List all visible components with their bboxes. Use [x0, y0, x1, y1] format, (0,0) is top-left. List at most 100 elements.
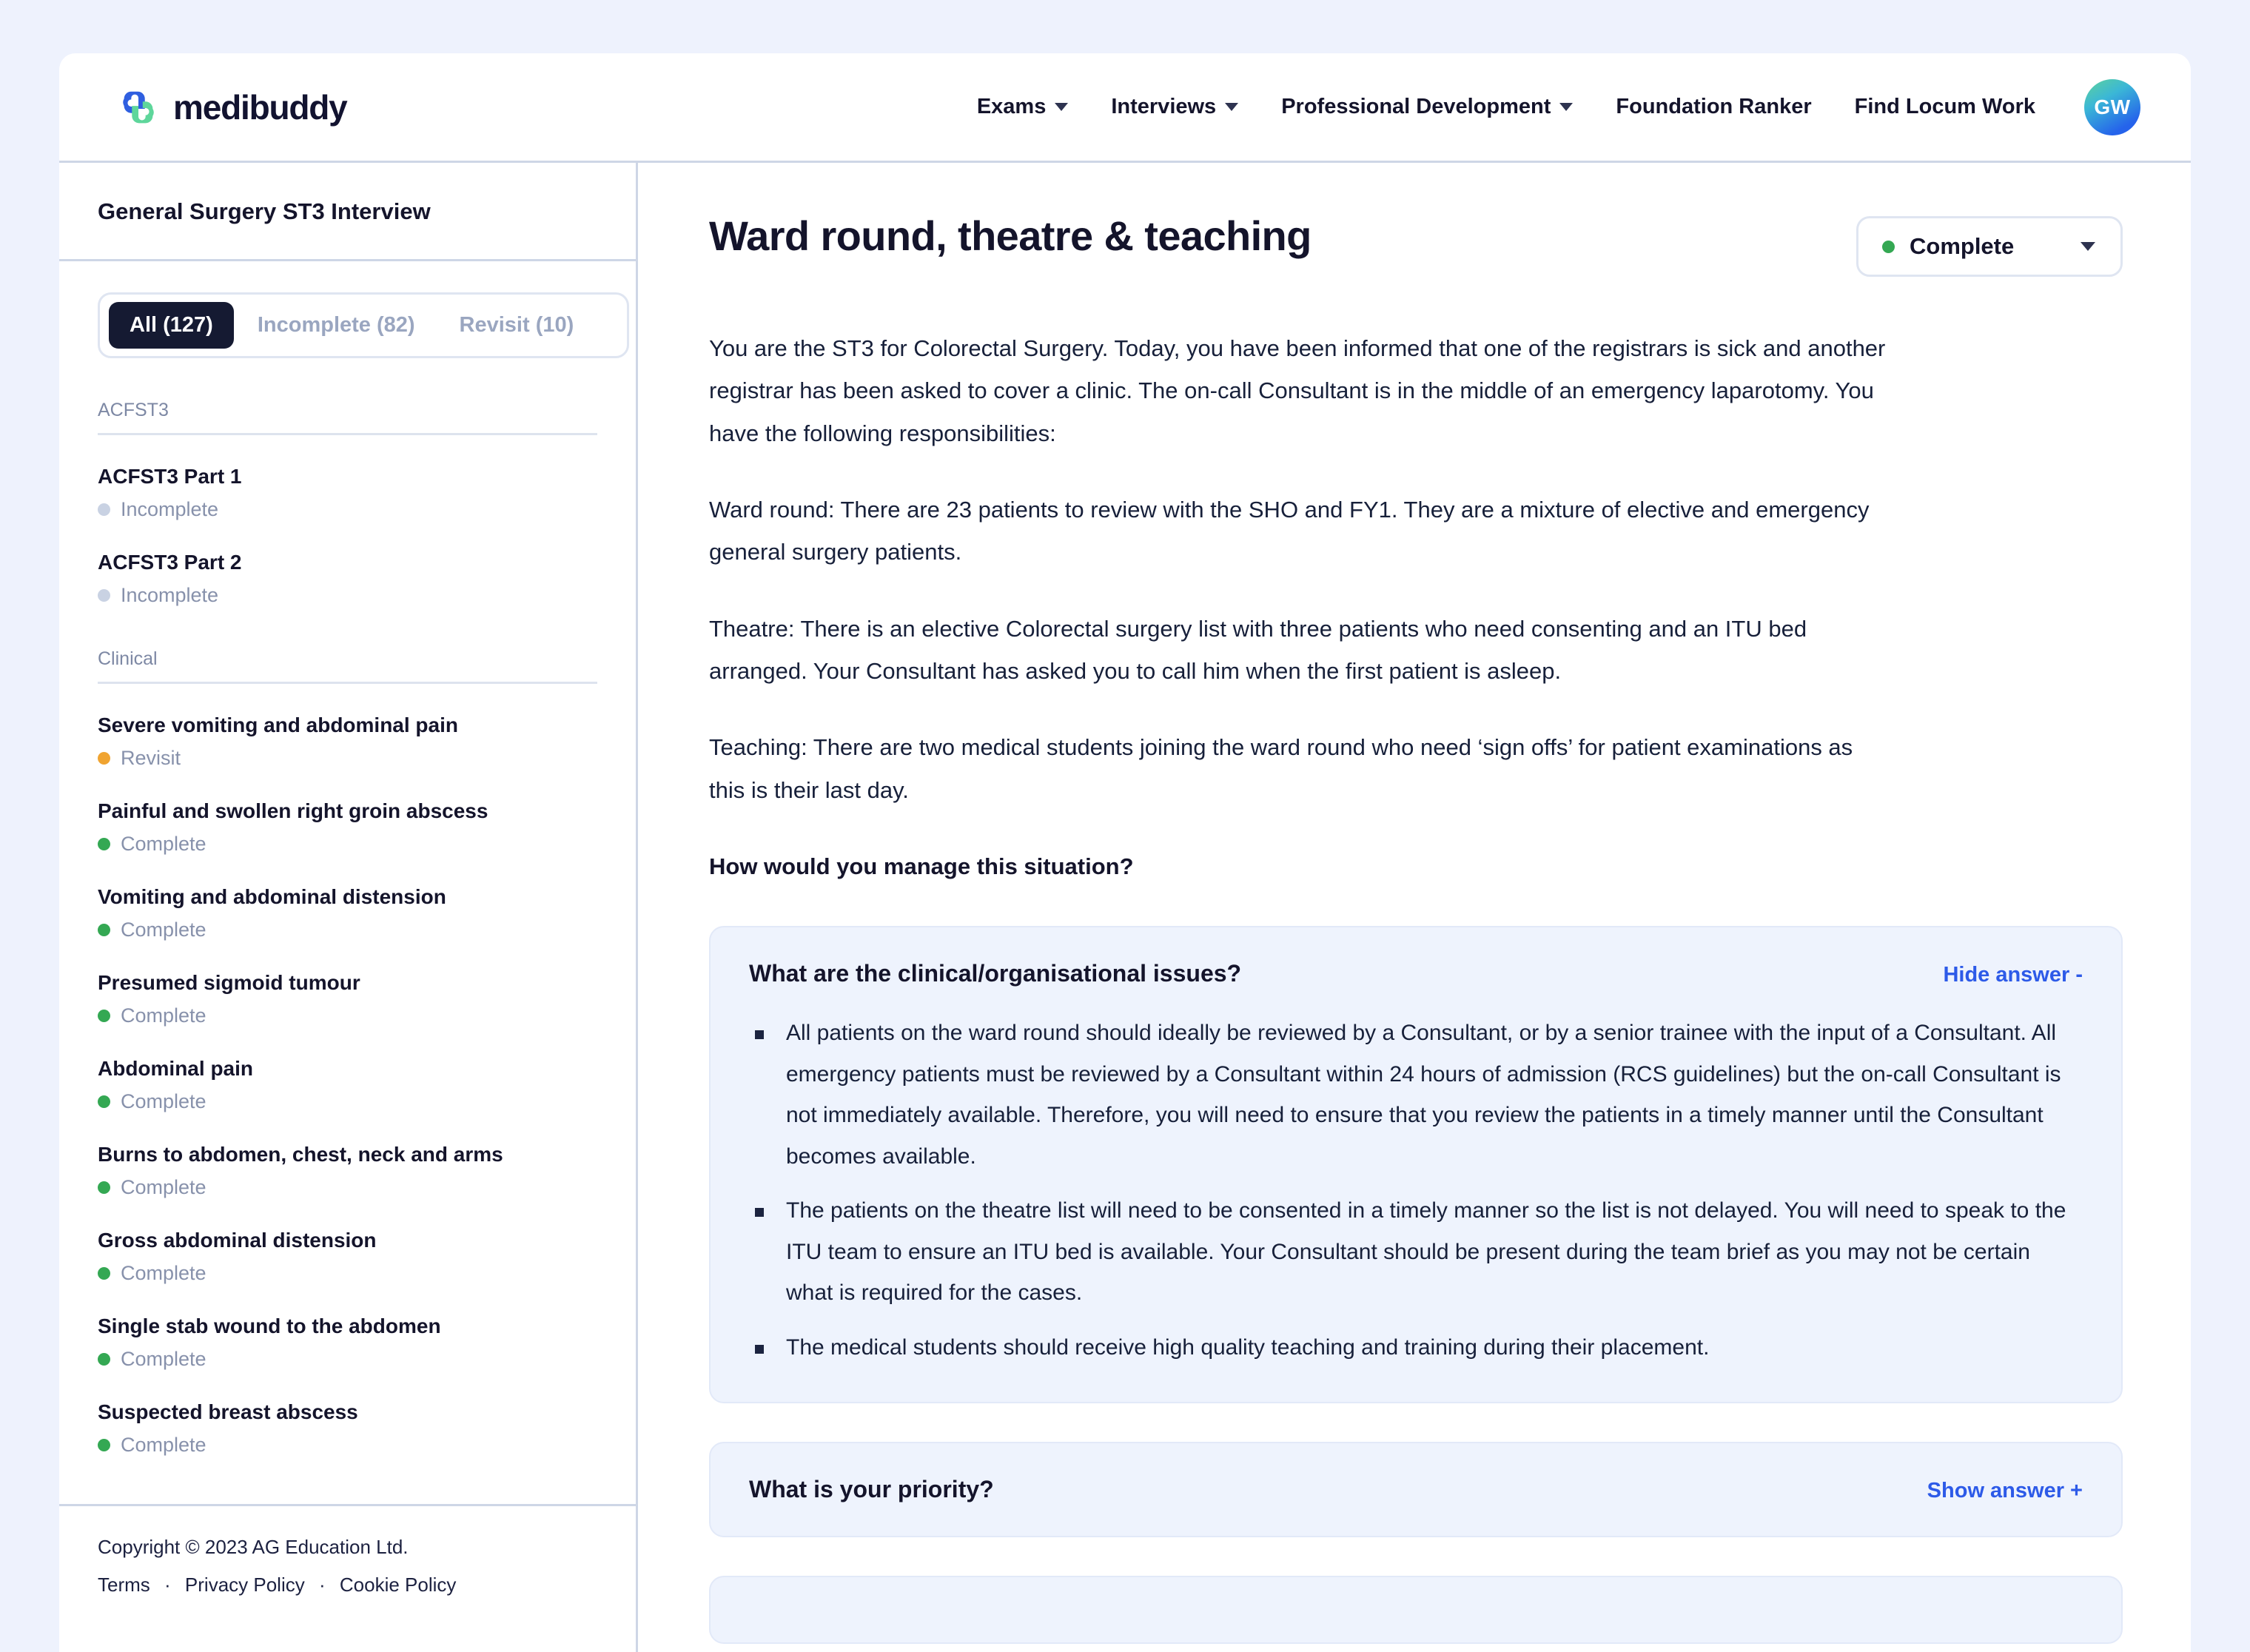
status-badge: Complete — [98, 1434, 597, 1457]
sidebar: General Surgery ST3 Interview All (127) … — [59, 163, 638, 1652]
scenario-paragraph: You are the ST3 for Colorectal Surgery. … — [709, 335, 1886, 446]
status-badge: Complete — [98, 833, 597, 856]
case-title: Vomiting and abdominal distension — [98, 885, 446, 908]
case-title: Suspected breast abscess — [98, 1400, 358, 1423]
question-header[interactable]: What is your priority? Show answer + — [749, 1476, 2083, 1503]
case-title: Presumed sigmoid tumour — [98, 971, 360, 994]
app-window: medibuddy Exams Interviews Professional … — [59, 53, 2191, 1652]
status-badge: Complete — [98, 919, 597, 941]
status-label: Complete — [121, 1176, 206, 1198]
status-dot-icon — [98, 589, 110, 602]
status-label: Revisit — [121, 747, 181, 769]
question-card-next[interactable] — [709, 1576, 2123, 1645]
separator: · — [164, 1574, 171, 1596]
nav-item-find-locum-work[interactable]: Find Locum Work — [1855, 95, 2035, 119]
avatar[interactable]: GW — [2084, 78, 2140, 135]
brand-name: medibuddy — [173, 87, 348, 127]
list-item[interactable]: Vomiting and abdominal distension Comple… — [98, 884, 597, 941]
status-label: Complete — [121, 1004, 206, 1027]
status-dot-icon — [98, 1095, 110, 1108]
main-content: Ward round, theatre & teaching Complete … — [638, 163, 2191, 1652]
filter-tab-revisit[interactable]: Revisit (10) — [439, 302, 595, 349]
hide-answer-toggle[interactable]: Hide answer - — [1943, 963, 2083, 987]
status-label: Complete — [121, 833, 206, 855]
nav-item-interviews[interactable]: Interviews — [1111, 95, 1239, 119]
nav-item-exams[interactable]: Exams — [977, 95, 1069, 119]
legal-links: Terms · Privacy Policy · Cookie Policy — [98, 1574, 597, 1596]
status-dot-icon — [1882, 240, 1895, 253]
case-title: Burns to abdomen, chest, neck and arms — [98, 1143, 503, 1166]
status-badge: Revisit — [98, 747, 597, 770]
list-item[interactable]: Presumed sigmoid tumour Complete — [98, 970, 597, 1027]
status-dropdown[interactable]: Complete — [1856, 216, 2123, 277]
show-answer-toggle[interactable]: Show answer + — [1927, 1479, 2083, 1503]
case-title: ACFST3 Part 2 — [98, 551, 242, 574]
nav-item-foundation-ranker[interactable]: Foundation Ranker — [1616, 95, 1811, 119]
list-item[interactable]: Abdominal pain Complete — [98, 1055, 597, 1113]
status-dot-icon — [98, 1353, 110, 1366]
list-item[interactable]: ACFST3 Part 2 Incomplete — [98, 549, 597, 607]
nav-item-label: Find Locum Work — [1854, 95, 2035, 118]
status-label: Complete — [121, 1090, 206, 1112]
terms-link[interactable]: Terms — [98, 1574, 150, 1596]
list-item[interactable]: ACFST3 Part 1 Incomplete — [98, 463, 597, 521]
filter-tab-incomplete[interactable]: Incomplete (82) — [237, 302, 436, 349]
filter-tabs: All (127) Incomplete (82) Revisit (10) — [98, 292, 629, 358]
app-body: General Surgery ST3 Interview All (127) … — [59, 163, 2191, 1652]
status-dot-icon — [98, 752, 110, 765]
status-badge: Complete — [98, 1004, 597, 1027]
case-title: ACFST3 Part 1 — [98, 465, 242, 488]
question-header[interactable]: What are the clinical/organisational iss… — [749, 960, 2083, 987]
status-dropdown-value: Complete — [1910, 233, 2015, 259]
filter-tab-all[interactable]: All (127) — [109, 302, 234, 349]
chevron-down-icon — [2081, 242, 2095, 251]
top-navigation-bar: medibuddy Exams Interviews Professional … — [59, 53, 2191, 163]
status-label: Complete — [121, 919, 206, 941]
status-dot-icon — [98, 1010, 110, 1022]
case-title: Severe vomiting and abdominal pain — [98, 713, 458, 736]
list-item[interactable]: Suspected breast abscess Complete — [98, 1399, 597, 1457]
case-title: Painful and swollen right groin abscess — [98, 799, 488, 822]
question-text: What are the clinical/organisational iss… — [749, 960, 1242, 987]
main-header: Ward round, theatre & teaching Complete — [709, 212, 2123, 277]
status-dot-icon — [98, 1267, 110, 1280]
answer-bullet: The medical students should receive high… — [749, 1327, 2083, 1369]
chevron-down-icon — [1225, 103, 1239, 111]
nav-item-professional-development[interactable]: Professional Development — [1281, 95, 1574, 119]
list-item[interactable]: Gross abdominal distension Complete — [98, 1227, 597, 1285]
case-title: Single stab wound to the abdomen — [98, 1314, 441, 1337]
case-title: Gross abdominal distension — [98, 1229, 377, 1252]
status-label: Incomplete — [121, 498, 219, 520]
status-label: Incomplete — [121, 584, 219, 606]
scenario-paragraph: Theatre: There is an elective Colorectal… — [709, 615, 1807, 685]
status-label: Complete — [121, 1348, 206, 1370]
case-title: Abdominal pain — [98, 1057, 253, 1080]
medibuddy-logo-mark-icon — [115, 84, 161, 130]
cookie-policy-link[interactable]: Cookie Policy — [340, 1574, 457, 1596]
answer-bullet: The patients on the theatre list will ne… — [749, 1190, 2083, 1314]
list-item[interactable]: Burns to abdomen, chest, neck and arms C… — [98, 1141, 597, 1199]
privacy-policy-link[interactable]: Privacy Policy — [185, 1574, 305, 1596]
status-badge: Complete — [98, 1090, 597, 1113]
status-badge: Complete — [98, 1176, 597, 1199]
answer-bullet: All patients on the ward round should id… — [749, 1013, 2083, 1177]
status-dot-icon — [98, 924, 110, 936]
status-badge: Complete — [98, 1348, 597, 1371]
question-card-expanded: What are the clinical/organisational iss… — [709, 926, 2123, 1404]
scenario-prompt: How would you manage this situation? — [709, 853, 1134, 880]
nav-item-label: Professional Development — [1281, 95, 1551, 118]
group-label-acfst3: ACFST3 — [98, 400, 597, 435]
brand-logo[interactable]: medibuddy — [115, 84, 348, 130]
separator: · — [318, 1574, 326, 1596]
list-item[interactable]: Single stab wound to the abdomen Complet… — [98, 1313, 597, 1371]
list-item[interactable]: Painful and swollen right groin abscess … — [98, 798, 597, 856]
status-label: Complete — [121, 1262, 206, 1284]
sidebar-case-list[interactable]: All (127) Incomplete (82) Revisit (10) A… — [59, 261, 636, 1504]
status-dot-icon — [98, 1181, 110, 1194]
status-dot-icon — [98, 1439, 110, 1451]
answer-list: All patients on the ward round should id… — [749, 1013, 2083, 1368]
status-badge: Incomplete — [98, 584, 597, 607]
list-item[interactable]: Severe vomiting and abdominal pain Revis… — [98, 712, 597, 770]
group-label-clinical: Clinical — [98, 648, 597, 684]
sidebar-footer: Copyright © 2023 AG Education Ltd. Terms… — [59, 1504, 636, 1652]
